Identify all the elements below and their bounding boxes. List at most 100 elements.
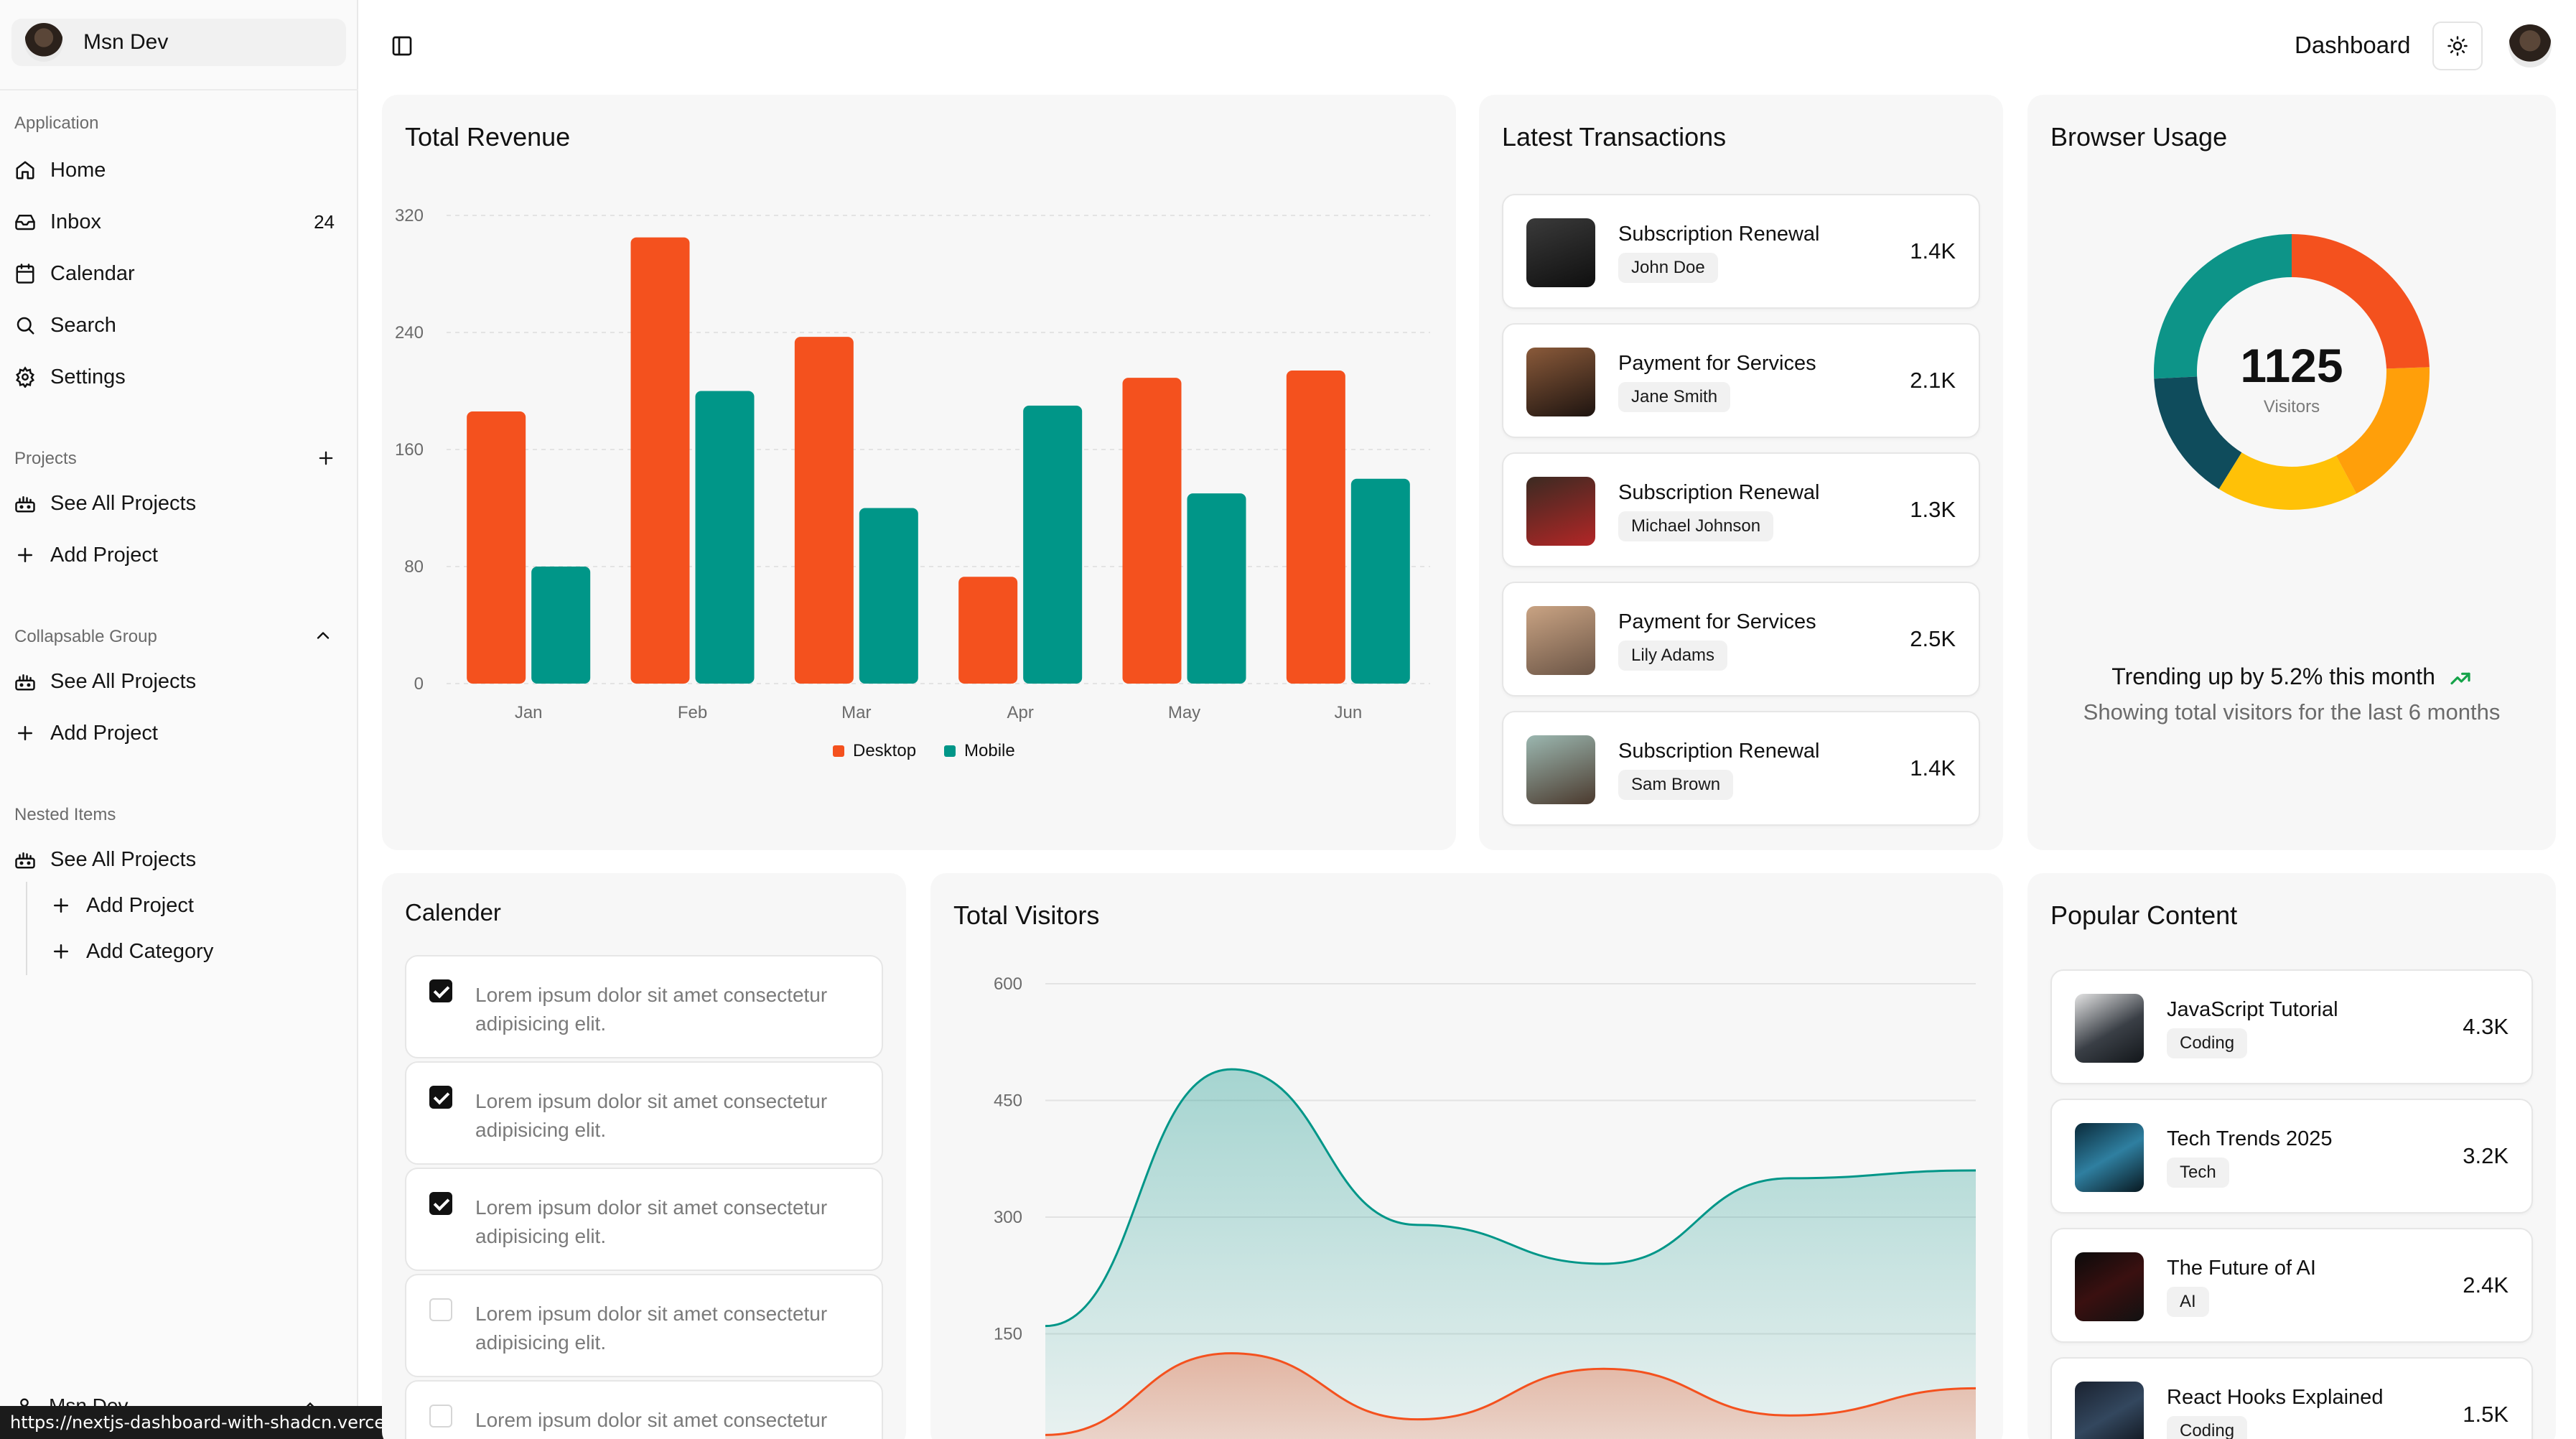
popular-content-card: Popular Content JavaScript Tutorial Codi… (2027, 873, 2556, 1439)
todo-item[interactable]: Lorem ipsum dolor sit amet consectetur a… (405, 1274, 883, 1377)
bar-mobile (1187, 493, 1246, 684)
transaction-title: Payment for Services (1618, 352, 1816, 375)
trend-line: Trending up by 5.2% this month (2027, 663, 2556, 690)
sidebar-item-nested-add-category[interactable]: Add Category (50, 930, 345, 973)
todo-item[interactable]: Lorem ipsum dolor sit amet consectetur (405, 1380, 883, 1439)
sidebar-item-add-project-2[interactable]: Add Project (14, 712, 345, 755)
transaction-row[interactable]: Payment for Services Jane Smith 2.1K (1502, 323, 1980, 438)
transaction-row[interactable]: Subscription Renewal Sam Brown 1.4K (1502, 711, 1980, 826)
todo-checkbox[interactable] (429, 1298, 452, 1321)
trending-up-icon (2450, 672, 2470, 684)
todo-item[interactable]: Lorem ipsum dolor sit amet consectetur a… (405, 1061, 883, 1165)
popular-item[interactable]: Tech Trends 2025 Tech 3.2K (2050, 1099, 2533, 1214)
x-tick-label: May (1168, 703, 1200, 722)
popular-title: Popular Content (2050, 900, 2238, 930)
transactions-card: Latest Transactions Subscription Renewal… (1479, 95, 2003, 850)
todo-item[interactable]: Lorem ipsum dolor sit amet consectetur a… (405, 1168, 883, 1271)
content-views: 3.2K (2463, 1143, 2509, 1168)
donut-slice (2154, 376, 2242, 490)
bar-desktop (958, 577, 1018, 684)
sidebar-item-search[interactable]: Search (14, 304, 345, 347)
transaction-title: Subscription Renewal (1618, 223, 1820, 246)
inbox-count-badge: 24 (314, 210, 335, 233)
collapse-toggle[interactable] (310, 623, 336, 648)
chevron-up-icon (317, 632, 330, 639)
bar-mobile (531, 567, 591, 684)
sidebar-item-see-all-projects[interactable]: See All Projects (14, 482, 345, 525)
transaction-row[interactable]: Subscription Renewal Michael Johnson 1.3… (1502, 452, 1980, 567)
todo-checkbox[interactable] (429, 1405, 452, 1428)
trend-subtitle: Showing total visitors for the last 6 mo… (2083, 699, 2501, 725)
sidebar-item-inbox[interactable]: Inbox 24 (14, 200, 345, 243)
sidebar-item-calendar[interactable]: Calendar (14, 252, 345, 295)
transaction-amount: 1.4K (1910, 238, 1956, 264)
header-avatar[interactable] (2509, 24, 2552, 67)
theme-toggle-button[interactable] (2432, 22, 2483, 70)
transaction-amount: 2.5K (1910, 626, 1956, 651)
sidebar-item-label: Inbox (50, 210, 101, 233)
transaction-row[interactable]: Payment for Services Lily Adams 2.5K (1502, 582, 1980, 697)
bar-mobile (695, 391, 755, 684)
plus-icon (14, 722, 36, 744)
sidebar-item-see-all-projects-2[interactable]: See All Projects (14, 660, 345, 703)
popular-item[interactable]: The Future of AI AI 2.4K (2050, 1228, 2533, 1343)
revenue-card: Total Revenue 0 80 160 240 320 Jan Feb Mar Apr Ma… (382, 95, 1456, 850)
content-tag: Coding (2167, 1028, 2248, 1058)
transaction-name-tag: Lily Adams (1618, 641, 1728, 671)
y-tick-label: 160 (395, 440, 424, 460)
content-views: 1.5K (2463, 1402, 2509, 1427)
sidebar-item-label: Add Project (50, 543, 158, 567)
content-tag: Coding (2167, 1416, 2248, 1439)
todo-item[interactable]: Lorem ipsum dolor sit amet consectetur a… (405, 955, 883, 1058)
sidebar-item-settings[interactable]: Settings (14, 355, 345, 399)
sidebar-toggle-button[interactable] (388, 32, 416, 60)
plus-icon (50, 895, 72, 916)
transaction-title: Payment for Services (1618, 610, 1816, 633)
sidebar-item-label: See All Projects (50, 847, 197, 871)
todo-checkbox[interactable] (429, 1086, 452, 1109)
legend-label: Mobile (964, 741, 1015, 760)
projects-icon (14, 671, 36, 692)
user-name: Msn Dev (83, 30, 169, 54)
x-tick-label: Apr (1007, 703, 1033, 722)
visitors-chart: 150 300 450 600 (994, 974, 1977, 1439)
transaction-row[interactable]: Subscription Renewal John Doe 1.4K (1502, 194, 1980, 309)
legend-label: Desktop (853, 741, 916, 760)
y-tick-label: 80 (404, 557, 424, 577)
calendar-title: Calender (405, 899, 501, 926)
content-title: React Hooks Explained (2167, 1386, 2384, 1409)
trend-text: Trending up by 5.2% this month (2111, 663, 2435, 689)
user-switcher[interactable]: Msn Dev (11, 19, 346, 66)
sidebar-item-nested-add-project[interactable]: Add Project (50, 884, 345, 927)
sidebar-item-label: Add Project (50, 721, 158, 745)
todo-checkbox[interactable] (429, 979, 452, 1002)
todo-text: Lorem ipsum dolor sit amet consectetur a… (475, 1196, 828, 1247)
breadcrumb[interactable]: Dashboard (2295, 32, 2410, 59)
panel-left-icon (392, 36, 412, 56)
sidebar: Msn Dev Application Home Inbox 24 Calend… (0, 0, 358, 1439)
popular-item[interactable]: React Hooks Explained Coding 1.5K (2050, 1357, 2533, 1439)
y-tick-label: 320 (395, 206, 424, 225)
content-views: 4.3K (2463, 1014, 2509, 1039)
y-tick-label: 600 (994, 974, 1022, 994)
visitors-card: Total Visitors 150 300 450 600 (930, 873, 2003, 1439)
sidebar-item-add-project[interactable]: Add Project (14, 534, 345, 577)
bar-mobile (1023, 405, 1083, 684)
transaction-thumbnail (1526, 477, 1595, 546)
todo-text: Lorem ipsum dolor sit amet consectetur a… (475, 984, 828, 1035)
popular-item[interactable]: JavaScript Tutorial Coding 4.3K (2050, 969, 2533, 1084)
donut-slice (2335, 367, 2430, 494)
todo-text: Lorem ipsum dolor sit amet consectetur a… (475, 1090, 828, 1141)
sidebar-item-home[interactable]: Home (14, 149, 345, 192)
sidebar-item-see-all-projects-3[interactable]: See All Projects (14, 838, 345, 881)
content-thumbnail (2075, 1123, 2144, 1192)
group-label-projects: Projects (14, 449, 77, 468)
bar-desktop (1122, 378, 1182, 684)
search-icon (14, 315, 36, 336)
group-label-application: Application (14, 113, 99, 133)
transaction-thumbnail (1526, 606, 1595, 675)
todo-checkbox[interactable] (429, 1192, 452, 1215)
add-project-button[interactable] (313, 445, 339, 471)
sidebar-item-label: Add Project (86, 893, 194, 917)
donut-slice (2218, 452, 2357, 510)
